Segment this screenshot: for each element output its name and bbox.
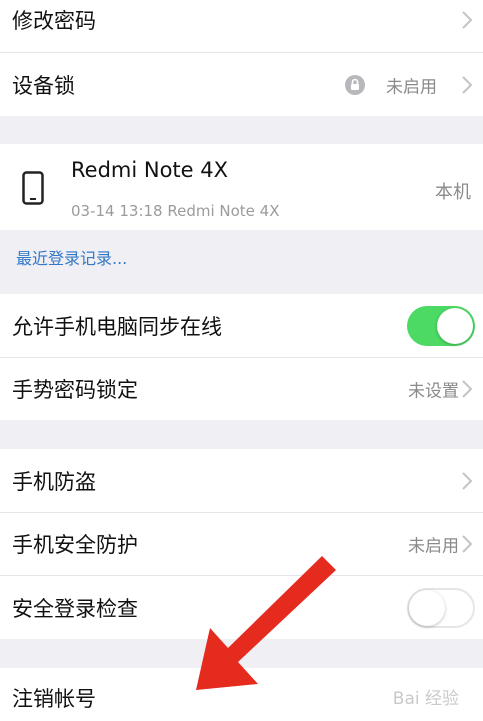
lock-icon — [345, 74, 365, 95]
sync-online-label: 允许手机电脑同步在线 — [12, 314, 222, 339]
chevron-right-icon — [461, 471, 473, 491]
sync-online-row: 允许手机电脑同步在线 — [0, 294, 483, 357]
change-password-row[interactable]: 修改密码 — [0, 0, 483, 52]
device-lock-label: 设备锁 — [12, 73, 75, 98]
chevron-right-icon — [461, 75, 473, 95]
device-lock-row[interactable]: 设备锁 未启用 — [0, 53, 483, 116]
chevron-right-icon — [461, 10, 473, 30]
login-check-toggle[interactable] — [407, 587, 475, 628]
security-protect-status: 未启用 — [408, 536, 459, 557]
chevron-right-icon — [461, 534, 473, 554]
gesture-lock-label: 手势密码锁定 — [12, 378, 138, 402]
change-password-label: 修改密码 — [12, 9, 96, 33]
anti-theft-label: 手机防盗 — [12, 469, 96, 494]
phone-icon — [22, 171, 44, 205]
cancel-account-label: 注销帐号 — [12, 687, 96, 711]
baidu-watermark: Bai 经验 — [392, 689, 459, 709]
toggle-knob — [409, 589, 445, 626]
gesture-lock-row[interactable]: 手势密码锁定 未设置 — [0, 358, 483, 420]
security-protect-label: 手机安全防护 — [12, 533, 138, 557]
chevron-right-icon — [461, 379, 473, 399]
current-device-tag: 本机 — [435, 182, 471, 203]
device-card[interactable]: Redmi Note 4X 03-14 13:18 Redmi Note 4X … — [0, 144, 483, 230]
toggle-knob — [437, 307, 473, 344]
login-check-label: 安全登录检查 — [12, 596, 138, 621]
anti-theft-row[interactable]: 手机防盗 — [0, 449, 483, 512]
device-lock-status: 未启用 — [386, 77, 437, 97]
sync-online-toggle[interactable] — [407, 305, 475, 346]
security-protect-row[interactable]: 手机安全防护 未启用 — [0, 513, 483, 575]
login-check-row: 安全登录检查 — [0, 576, 483, 639]
device-last-login: 03-14 13:18 Redmi Note 4X — [71, 202, 280, 220]
recent-login-link[interactable]: 最近登录记录... — [16, 245, 127, 269]
gesture-lock-status: 未设置 — [408, 381, 459, 402]
device-name: Redmi Note 4X — [71, 158, 228, 182]
